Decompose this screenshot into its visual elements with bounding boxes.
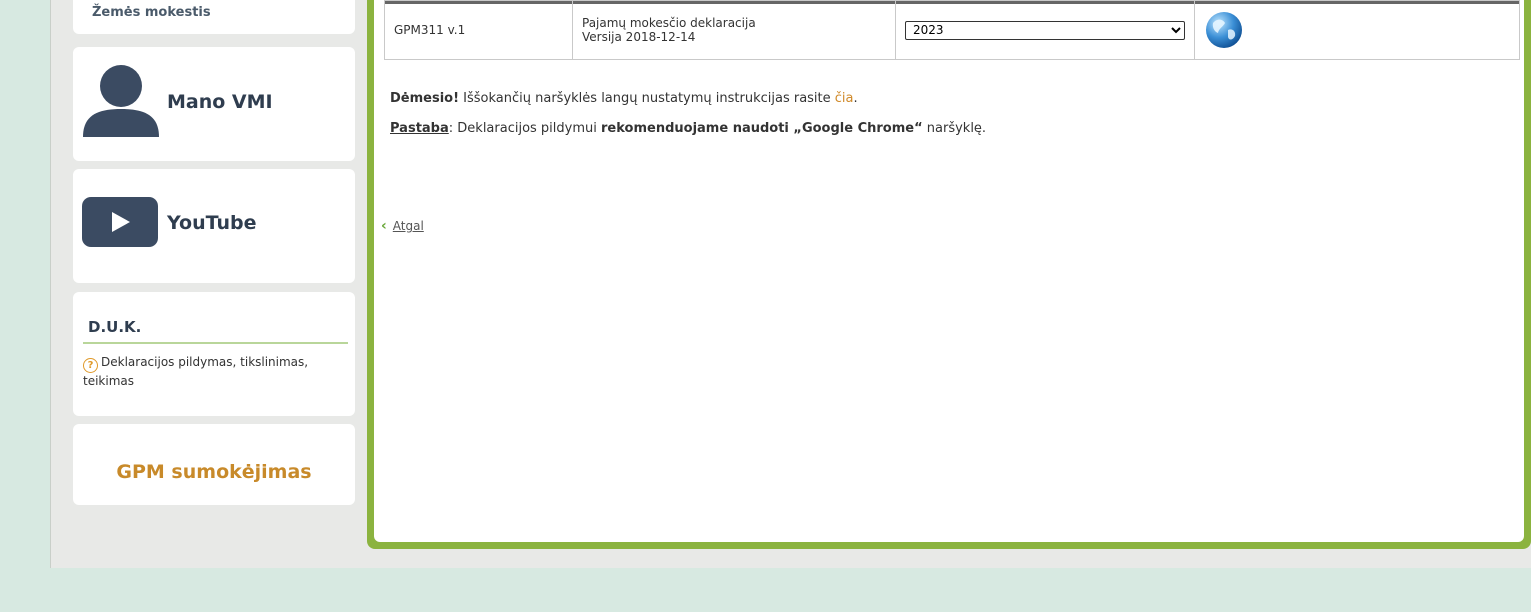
form-version: Versija 2018-12-14 — [582, 30, 696, 44]
faq-divider — [83, 342, 348, 344]
form-name-cell: Pajamų mokesčio deklaracija Versija 2018… — [572, 0, 896, 60]
form-code: GPM311 v.1 — [394, 23, 466, 37]
land-tax-link[interactable]: Žemės mokestis — [92, 5, 211, 20]
table-row: GPM311 v.1 Pajamų mokesčio deklaracija V… — [384, 0, 1520, 60]
year-select[interactable]: 2023 — [905, 20, 1185, 40]
note-notice: Pastaba: Deklaracijos pildymui rekomendu… — [390, 121, 986, 136]
globe-icon[interactable] — [1204, 10, 1244, 50]
question-icon: ? — [83, 358, 98, 373]
land-tax-card[interactable]: Žemės mokestis — [73, 0, 355, 34]
faq-title: D.U.K. — [88, 318, 142, 336]
form-code-cell: GPM311 v.1 — [384, 0, 573, 60]
youtube-label: YouTube — [167, 212, 257, 234]
back-link-label[interactable]: Atgal — [393, 219, 424, 233]
form-name: Pajamų mokesčio deklaracija — [582, 16, 756, 30]
year-cell: 2023 — [895, 0, 1195, 60]
note-bold: rekomenduojame naudoti „Google Chrome“ — [601, 121, 923, 136]
gpm-payment-label[interactable]: GPM sumokėjimas — [73, 461, 355, 483]
youtube-icon — [82, 197, 158, 247]
attention-label: Dėmesio! — [390, 91, 460, 106]
here-link[interactable]: čia — [835, 91, 854, 106]
faq-card: D.U.K. ? Deklaracijos pildymas, tikslinim… — [73, 292, 355, 416]
faq-item[interactable]: ? Deklaracijos pildymas, tikslinimas, tei… — [83, 354, 345, 390]
gpm-payment-card[interactable]: GPM sumokėjimas — [73, 424, 355, 505]
note-text-1: : Deklaracijos pildymui — [448, 121, 602, 136]
back-link[interactable]: ‹ Atgal — [381, 218, 424, 234]
attention-period: . — [853, 91, 858, 106]
mano-vmi-label: Mano VMI — [167, 91, 273, 113]
chevron-left-icon: ‹ — [381, 218, 387, 234]
mano-vmi-card[interactable]: Mano VMI — [73, 47, 355, 161]
youtube-card[interactable]: YouTube — [73, 169, 355, 283]
main-content: GPM311 v.1 Pajamų mokesčio deklaracija V… — [374, 0, 1524, 542]
note-label: Pastaba — [390, 121, 449, 136]
note-text-2: naršyklę. — [922, 121, 987, 136]
attention-text: Iššokančių naršyklės langų nustatymų ins… — [459, 91, 835, 106]
declaration-table: GPM311 v.1 Pajamų mokesčio deklaracija V… — [384, 0, 1520, 60]
main-frame: GPM311 v.1 Pajamų mokesčio deklaracija V… — [367, 0, 1531, 549]
faq-item-label[interactable]: Deklaracijos pildymas, tikslinimas, teik… — [83, 355, 308, 388]
attention-notice: Dėmesio! Iššokančių naršyklės langų nust… — [390, 91, 858, 106]
user-icon — [83, 65, 159, 137]
open-cell — [1194, 0, 1520, 60]
